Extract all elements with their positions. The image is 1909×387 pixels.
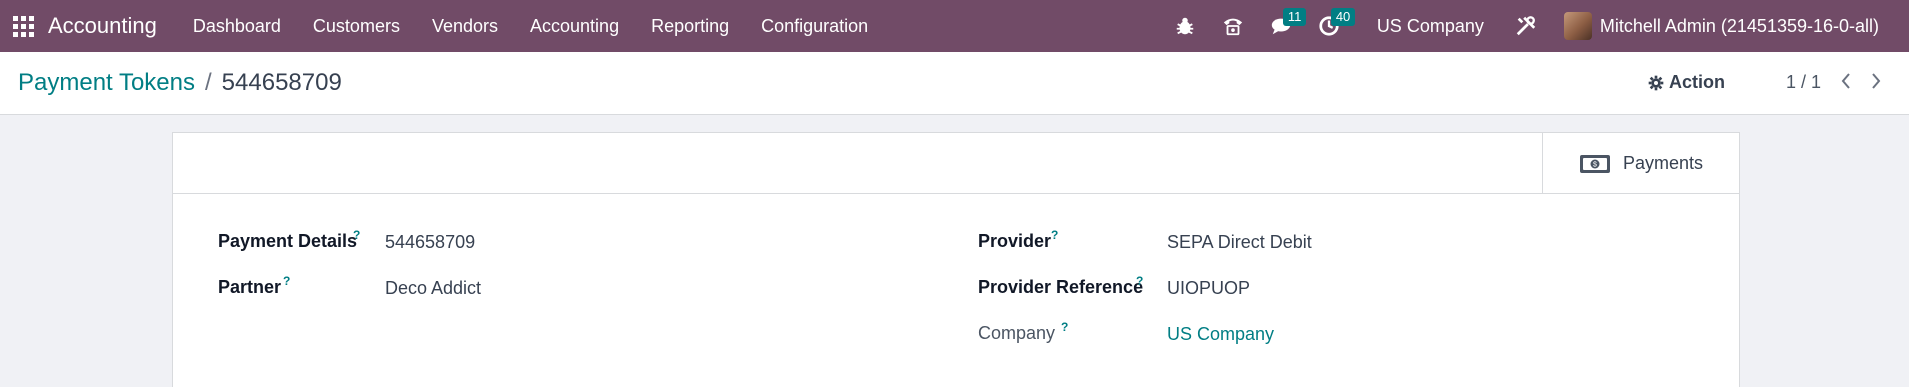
partner-help-icon[interactable]: ? — [283, 274, 290, 288]
activities-badge: 40 — [1330, 8, 1356, 26]
menu-customers[interactable]: Customers — [313, 16, 400, 37]
top-navbar: Accounting Dashboard Customers Vendors A… — [0, 0, 1909, 52]
menu-reporting[interactable]: Reporting — [651, 16, 729, 37]
company-label: Company — [978, 323, 1056, 343]
menu-vendors[interactable]: Vendors — [432, 16, 498, 37]
breadcrumb: Payment Tokens / 544658709 — [18, 69, 342, 97]
pager-next-icon[interactable] — [1868, 70, 1884, 92]
provider-reference-help-icon[interactable]: ? — [1136, 274, 1143, 288]
phone-icon[interactable] — [1221, 14, 1245, 38]
app-name[interactable]: Accounting — [48, 13, 157, 39]
money-icon: $ — [1579, 154, 1610, 173]
control-panel: Payment Tokens / 544658709 Action 1 / 1 — [0, 52, 1909, 115]
user-avatar[interactable] — [1563, 12, 1592, 40]
breadcrumb-current: 544658709 — [221, 69, 342, 96]
action-label: Action — [1669, 72, 1725, 92]
form-sheet: $ Payments Payment Details ? 544658709 P… — [172, 132, 1740, 387]
company-help-icon[interactable]: ? — [1061, 320, 1068, 334]
payments-smart-button[interactable]: $ Payments — [1542, 133, 1739, 194]
provider-value: SEPA Direct Debit — [1167, 232, 1312, 252]
button-box: $ Payments — [173, 133, 1739, 194]
partner-label: Partner — [218, 277, 282, 297]
apps-menu-icon[interactable] — [12, 15, 34, 37]
payment-details-value: 544658709 — [385, 232, 476, 252]
menu-dashboard[interactable]: Dashboard — [193, 16, 281, 37]
payment-details-label: Payment Details — [218, 231, 358, 251]
tools-icon[interactable] — [1514, 14, 1538, 38]
menu-accounting[interactable]: Accounting — [530, 16, 619, 37]
gear-icon — [1648, 75, 1664, 90]
svg-text:$: $ — [1593, 161, 1597, 168]
user-menu[interactable]: Mitchell Admin (21451359-16-0-all) — [1600, 16, 1879, 37]
partner-value: Deco Addict — [385, 278, 482, 298]
payments-label: Payments — [1622, 153, 1704, 173]
company-switcher[interactable]: US Company — [1377, 16, 1484, 37]
breadcrumb-payment-tokens[interactable]: Payment Tokens — [18, 69, 195, 97]
provider-reference-label: Provider Reference — [978, 277, 1144, 297]
messages-icon[interactable]: 11 — [1269, 8, 1307, 38]
debug-bug-icon[interactable] — [1173, 14, 1197, 38]
pager-value[interactable]: 1 / 1 — [1786, 72, 1821, 93]
provider-reference-value: UIOPUOP — [1167, 278, 1251, 298]
action-button[interactable]: Action — [1648, 72, 1725, 93]
company-value[interactable]: US Company — [1167, 324, 1274, 345]
payment-details-help-icon[interactable]: ? — [353, 228, 360, 242]
menu-configuration[interactable]: Configuration — [761, 16, 868, 37]
activities-clock-icon[interactable]: 40 — [1317, 8, 1356, 38]
pager-previous-icon[interactable] — [1838, 70, 1854, 92]
breadcrumb-separator: / — [205, 69, 212, 96]
messages-badge: 11 — [1282, 8, 1307, 26]
provider-label: Provider — [978, 231, 1052, 251]
provider-help-icon[interactable]: ? — [1051, 228, 1058, 242]
